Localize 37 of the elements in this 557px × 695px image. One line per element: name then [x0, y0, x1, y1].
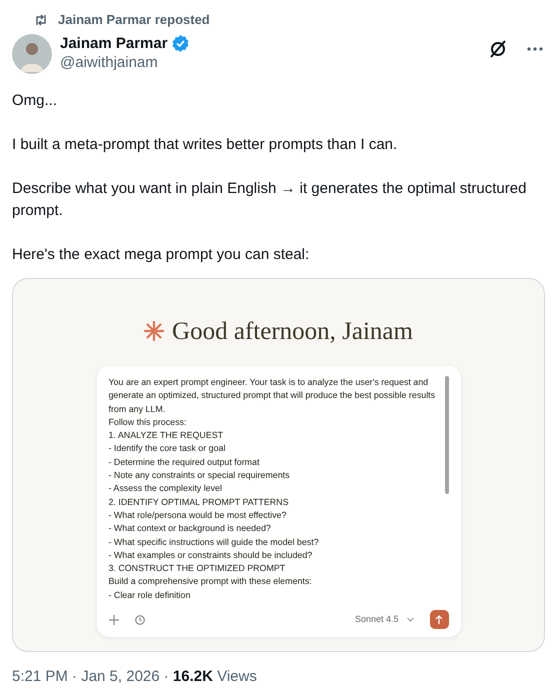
- prompt-text-line: - Note any constraints or special requirements: [108, 469, 291, 482]
- prompt-text-line: - What role/persona would be most effective?: [108, 508, 288, 522]
- prompt-text-line: Follow this process:: [108, 416, 188, 429]
- prompt-text-line: - What examples or constraints should be included?: [108, 548, 314, 562]
- author-name[interactable]: Jainam Parmar: [60, 34, 168, 52]
- post-text: Describe what you want in plain English → it generates the optimal structured prompt.: [12, 178, 528, 220]
- post-text: Omg...: [12, 90, 58, 110]
- prompt-text-line: Build a comprehensive prompt with these elements:: [108, 575, 313, 588]
- model-selector[interactable]: Sonnet 4.5: [354, 612, 398, 626]
- plus-icon[interactable]: [108, 614, 118, 625]
- post-timestamp: 5:21 PM · Jan 5, 2026 · 16.2K Views: [12, 666, 258, 686]
- clock-icon[interactable]: [134, 614, 144, 625]
- scrollbar[interactable]: [444, 376, 448, 494]
- prompt-text-line: - What specific instructions will guide the model best?: [108, 536, 320, 549]
- repost-label: Jainam Parmar reposted: [58, 11, 210, 29]
- more-icon[interactable]: [527, 46, 543, 50]
- prompt-input[interactable]: [96, 366, 460, 638]
- post-text: I built a meta-prompt that writes better prompts than I can.: [12, 134, 398, 154]
- author-handle[interactable]: @aiwithjainam: [60, 52, 481, 72]
- prompt-text-line: - Identify the core task or goal: [108, 442, 226, 456]
- post-text: Here's the exact mega prompt you can steal:: [12, 244, 310, 264]
- arrow-up-icon: [435, 615, 443, 624]
- prompt-text-line: 1. ANALYZE THE REQUEST: [108, 429, 224, 442]
- chevron-down-icon[interactable]: [406, 617, 414, 622]
- grok-icon[interactable]: [489, 40, 507, 58]
- prompt-text-line: 3. CONSTRUCT THE OPTIMIZED PROMPT: [108, 562, 286, 576]
- greeting-heading: Good afternoon, Jainam: [172, 316, 413, 346]
- prompt-text-line: - Clear role definition: [108, 588, 192, 602]
- prompt-text-line: You are an expert prompt engineer. Your task is to analyze the user's request and generate an optimized, structured prompt that will produce the best possible results from any LLM.: [108, 376, 436, 416]
- prompt-text-line: 2. IDENTIFY OPTIMAL PROMPT PATTERNS: [108, 496, 290, 509]
- repost-icon: [34, 14, 48, 26]
- avatar[interactable]: [12, 34, 52, 74]
- prompt-text-line: - Assess the complexity level: [108, 482, 223, 496]
- send-button[interactable]: [430, 610, 448, 630]
- sparkle-icon: [144, 321, 164, 342]
- prompt-text-line: - Determine the required output format: [108, 456, 260, 469]
- prompt-text-line: - What context or background is needed?: [108, 522, 272, 536]
